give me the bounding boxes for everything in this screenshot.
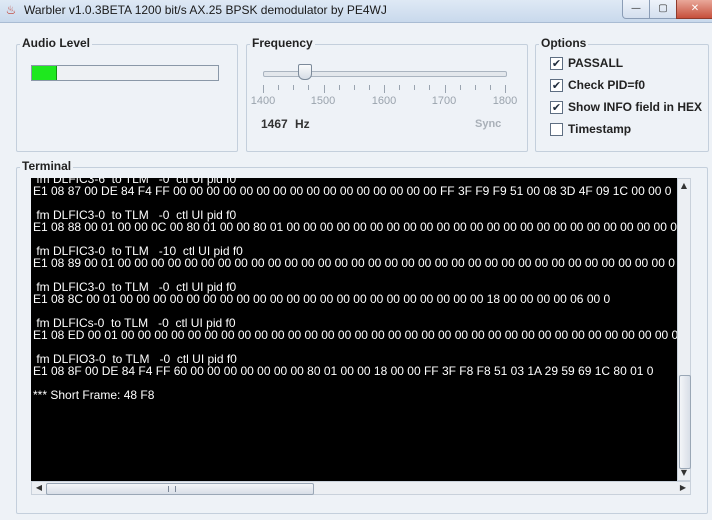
slider-tick bbox=[278, 85, 280, 90]
options-panel: Options ✔ PASSALL ✔ Check PID=f0 ✔ Show … bbox=[535, 36, 709, 152]
show-info-hex-checkbox[interactable]: ✔ bbox=[550, 101, 563, 114]
title-bar: ♨ Warbler v1.0.3BETA 1200 bit/s AX.25 BP… bbox=[0, 0, 712, 23]
scroll-down-arrow-icon[interactable]: ▼ bbox=[678, 466, 690, 480]
terminal-text: fm DLFIC3-6 to TLM -0 ctl UI pid f0 E1 08… bbox=[33, 178, 677, 401]
frequency-slider-thumb[interactable] bbox=[297, 64, 312, 80]
scroll-up-arrow-icon[interactable]: ▲ bbox=[678, 179, 690, 193]
java-app-icon: ♨ bbox=[5, 3, 17, 17]
vertical-scroll-thumb[interactable] bbox=[679, 375, 691, 469]
tick-label-1800: 1800 bbox=[492, 95, 518, 107]
close-button[interactable]: ✕ bbox=[676, 0, 712, 19]
slider-tick bbox=[323, 85, 325, 93]
check-pid-label[interactable]: Check PID=f0 bbox=[568, 78, 645, 92]
slider-tick bbox=[444, 85, 446, 93]
slider-tick bbox=[474, 85, 476, 90]
passall-checkbox[interactable]: ✔ bbox=[550, 57, 563, 70]
scroll-right-arrow-icon[interactable]: ▶ bbox=[676, 482, 690, 494]
frequency-unit: Hz bbox=[295, 117, 310, 131]
terminal-line: E1 08 89 00 01 00 00 00 00 00 00 00 00 0… bbox=[33, 256, 675, 270]
slider-tick bbox=[489, 85, 491, 90]
timestamp-label[interactable]: Timestamp bbox=[568, 122, 631, 136]
horizontal-scrollbar[interactable]: ◀ ▶ bbox=[31, 481, 691, 495]
scroll-grip-icon bbox=[168, 486, 176, 492]
slider-tick bbox=[263, 85, 264, 93]
terminal-panel: Terminal fm DLFIC3-6 to TLM -0 ctl UI pi… bbox=[16, 159, 708, 514]
tick-label-1700: 1700 bbox=[431, 95, 457, 107]
slider-tick bbox=[505, 85, 506, 93]
frequency-title: Frequency bbox=[250, 36, 315, 50]
terminal-line: E1 08 88 00 01 00 00 0C 00 80 01 00 00 8… bbox=[33, 220, 677, 234]
slider-tick bbox=[399, 85, 401, 90]
audio-level-panel: Audio Level bbox=[16, 36, 238, 152]
show-info-hex-label[interactable]: Show INFO field in HEX bbox=[568, 100, 702, 114]
terminal-line: E1 08 87 00 DE 84 F4 FF 00 00 00 00 00 0… bbox=[33, 184, 672, 198]
maximize-button[interactable]: ▢ bbox=[649, 0, 677, 19]
check-pid-checkbox[interactable]: ✔ bbox=[550, 79, 563, 92]
slider-tick bbox=[308, 85, 310, 90]
slider-tick bbox=[414, 85, 416, 90]
scroll-left-arrow-icon[interactable]: ◀ bbox=[32, 482, 46, 494]
audio-level-title: Audio Level bbox=[20, 36, 93, 50]
terminal-line: E1 08 ED 00 01 00 00 00 00 00 00 00 00 0… bbox=[33, 328, 677, 342]
slider-tick bbox=[429, 85, 431, 90]
slider-tick bbox=[368, 85, 370, 90]
audio-level-fill bbox=[32, 66, 58, 80]
horizontal-scroll-thumb[interactable] bbox=[46, 483, 314, 495]
passall-label[interactable]: PASSALL bbox=[568, 56, 623, 70]
terminal-title: Terminal bbox=[20, 159, 74, 173]
tick-label-1500: 1500 bbox=[310, 95, 336, 107]
terminal-output[interactable]: fm DLFIC3-6 to TLM -0 ctl UI pid f0 E1 08… bbox=[31, 178, 677, 481]
slider-tick bbox=[384, 85, 385, 93]
terminal-line: E1 08 8F 00 DE 84 F4 FF 60 00 00 00 00 0… bbox=[33, 364, 654, 378]
slider-tick bbox=[353, 85, 355, 90]
tick-label-1400: 1400 bbox=[250, 95, 276, 107]
sync-indicator: Sync bbox=[475, 118, 502, 130]
frequency-value: 1467 bbox=[261, 117, 288, 131]
tick-label-1600: 1600 bbox=[371, 95, 397, 107]
slider-tick bbox=[338, 85, 340, 90]
terminal-line: E1 08 8C 00 01 00 00 00 00 00 00 00 00 0… bbox=[33, 292, 611, 306]
audio-level-meter bbox=[31, 65, 219, 81]
frequency-panel: Frequency 1400 1500 1600 1700 1800 1467 … bbox=[246, 36, 528, 152]
slider-tick bbox=[459, 85, 461, 90]
timestamp-checkbox[interactable] bbox=[550, 123, 563, 136]
vertical-scrollbar[interactable]: ▲ ▼ bbox=[677, 178, 691, 481]
minimize-button[interactable]: — bbox=[622, 0, 650, 19]
slider-tick bbox=[293, 85, 295, 90]
options-title: Options bbox=[539, 36, 589, 50]
window-title: Warbler v1.0.3BETA 1200 bit/s AX.25 BPSK… bbox=[24, 3, 387, 17]
terminal-line: *** Short Frame: 48 F8 bbox=[33, 388, 155, 402]
